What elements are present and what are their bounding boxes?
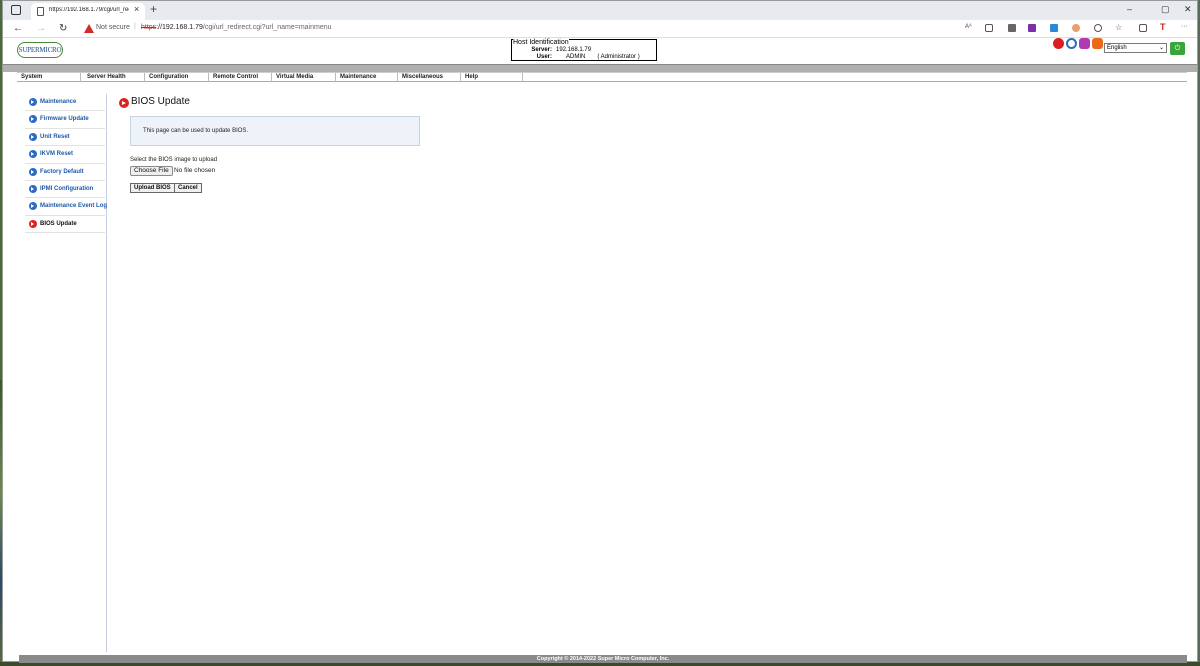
new-tab-button[interactable]: + [150,2,157,16]
address-bar: ← → ↻ Not secure | https://192.168.1.79/… [3,20,1197,38]
tab-bar: https://192.168.1.79/cgi/url_redi × + – … [3,1,1197,20]
sync-icon[interactable] [1094,24,1102,32]
language-select[interactable]: English ⌄ [1104,43,1167,53]
info-text: This page can be used to update BIOS. [143,128,249,134]
arrow-circle-icon [29,167,37,176]
address-separator: | [134,23,136,30]
sidebar-item-label: Unit Reset [40,133,70,140]
server-row: Server: 192.168.1.79 [514,47,654,53]
file-status: No file chosen [174,167,216,174]
sidebar-item-label: Firmware Update [40,116,89,123]
sidebar-item-label: IPMI Configuration [40,185,94,192]
menu-configuration[interactable]: Configuration [145,73,209,82]
menu-miscellaneous[interactable]: Miscellaneous [398,73,461,82]
forward-arrow-icon[interactable]: → [36,23,46,34]
page-icon [37,7,44,16]
chevron-down-icon: ⌄ [1158,45,1164,51]
sidebar-item-firmware-update[interactable]: Firmware Update [25,111,105,129]
url-field[interactable]: https://192.168.1.79/cgi/url_redirect.cg… [141,24,332,31]
choose-file-button[interactable]: Choose File [130,166,173,176]
page-title: BIOS Update [131,96,190,107]
back-arrow-icon[interactable]: ← [13,23,23,34]
url-scheme: https [141,24,157,31]
sidebar-item-unit-reset[interactable]: Unit Reset [25,129,105,147]
refresh-status-icon[interactable] [1066,38,1077,49]
menu-system[interactable]: System [17,73,81,82]
user-role: ( Administrator ) [597,54,640,60]
app-available-icon[interactable] [985,24,993,32]
arrow-circle-icon [119,98,129,108]
sidebar-item-maintenance[interactable]: Maintenance [25,94,105,112]
sidebar-item-ipmi-configuration[interactable]: IPMI Configuration [25,181,105,199]
upload-bios-button[interactable]: Upload BIOS [130,183,175,193]
color-picker-icon[interactable] [1072,24,1080,32]
menu-remote-control[interactable]: Remote Control [209,73,272,82]
power-icon[interactable]: ⏻ [1170,42,1185,55]
sidebar: Maintenance Firmware Update Unit Reset I… [21,94,107,652]
user-value: ADMIN [566,54,586,60]
extension-icon[interactable] [1008,24,1016,32]
calendar-icon[interactable] [1050,24,1058,32]
sidebar-item-bios-update[interactable]: BIOS Update [25,216,105,234]
host-identification: Host Identification Server: 192.168.1.79 … [511,39,657,61]
sidebar-item-ikvm-reset[interactable]: IKVM Reset [25,146,105,164]
security-label[interactable]: Not secure [96,24,130,31]
favorites-icon[interactable]: ☆ [1115,23,1123,32]
read-aloud-icon[interactable]: Aᴬ [965,24,973,32]
close-window-button[interactable]: ✕ [1184,4,1192,15]
more-menu-icon[interactable]: ··· [1181,23,1195,31]
menu-server-health[interactable]: Server Health [83,73,145,82]
refresh-icon[interactable]: ↻ [59,23,67,34]
bmc-header: SUPERMICRO Host Identification Server: 19… [3,38,1197,64]
alert-icon[interactable] [1053,38,1064,49]
info-box: This page can be used to update BIOS. [130,116,420,146]
close-tab-icon[interactable]: × [134,4,139,14]
url-path: /cgi/url_redirect.cgi?url_name=mainmenu [202,24,332,31]
browser-tab[interactable]: https://192.168.1.79/cgi/url_redi × [31,3,145,20]
url-host: ://192.168.1.79 [156,24,203,31]
menu-maintenance[interactable]: Maintenance [336,73,398,82]
profile-icon[interactable]: T [1160,22,1168,32]
language-value: English [1107,45,1127,51]
server-key: Server: [531,47,552,53]
tab-actions-icon[interactable] [11,5,21,15]
arrow-circle-icon [29,202,37,211]
sidebar-item-label: IKVM Reset [40,151,74,158]
warning-icon [84,24,94,33]
sidebar-item-label: Maintenance Event Log [40,203,108,210]
sidebar-item-label: Factory Default [40,168,84,175]
minimize-button[interactable]: – [1127,4,1132,14]
sidebar-item-factory-default[interactable]: Factory Default [25,164,105,181]
arrow-circle-icon [29,98,37,106]
arrow-circle-icon [29,184,37,193]
arrow-circle-icon [29,115,37,124]
sidebar-item-maintenance-event-log[interactable]: Maintenance Event Log [25,198,108,216]
server-value: 192.168.1.79 [556,47,592,53]
host-title: Host Identification [513,39,569,46]
pen-icon[interactable] [1079,38,1090,49]
user-row: User: ADMIN ( Administrator ) [514,54,654,60]
select-bios-label: Select the BIOS image to upload [130,157,218,163]
menu-help[interactable]: Help [461,73,523,82]
user-key: User: [536,54,552,60]
arrow-circle-icon [29,150,37,159]
arrow-circle-icon [29,132,37,141]
collections-icon[interactable] [1139,24,1147,32]
onenote-icon[interactable] [1028,24,1036,32]
cancel-button[interactable]: Cancel [174,183,202,193]
supermicro-logo: SUPERMICRO [17,42,63,58]
menu-virtual-media[interactable]: Virtual Media [272,73,336,82]
logout-icon[interactable] [1092,38,1103,49]
browser-window: https://192.168.1.79/cgi/url_redi × + – … [2,0,1198,663]
footer: Copyright © 2014-2022 Super Micro Comput… [19,655,1187,663]
tab-title: https://192.168.1.79/cgi/url_redi [49,7,129,13]
maximize-button[interactable]: ▢ [1161,4,1170,15]
sidebar-item-label: BIOS Update [40,220,77,227]
main-menu: System Server Health Configuration Remot… [17,72,1187,82]
sidebar-item-label: Maintenance [40,99,77,105]
header-divider [3,64,1197,72]
arrow-circle-icon [29,219,37,228]
